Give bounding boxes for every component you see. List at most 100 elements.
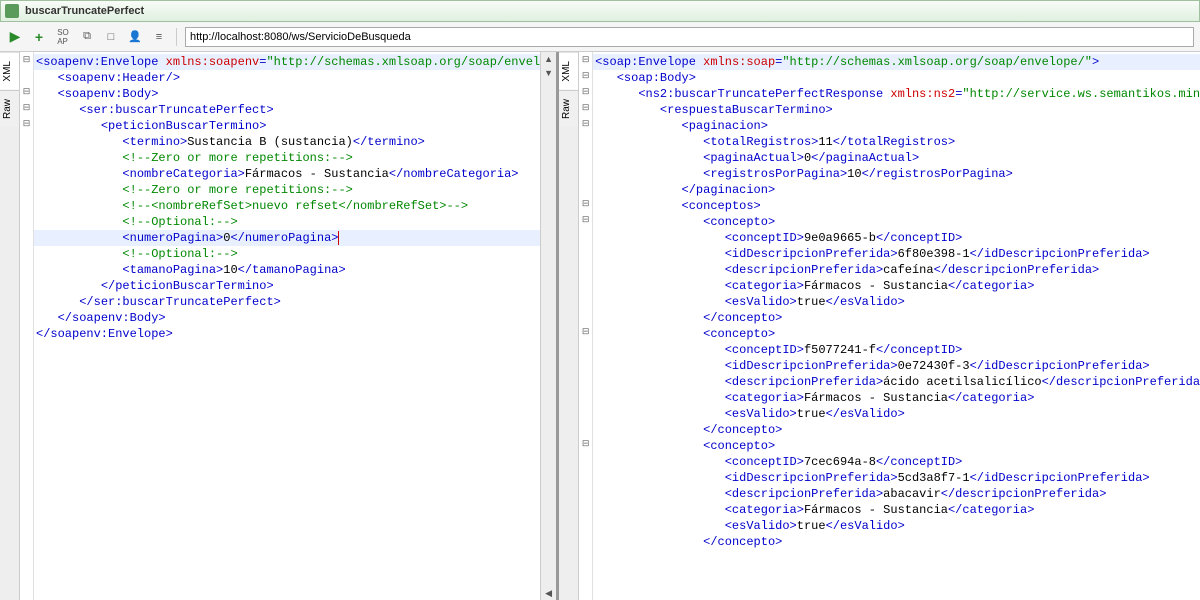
xml-line[interactable]: <!--Optional:--> bbox=[34, 246, 540, 262]
xml-line[interactable]: <esValido>true</esValido> bbox=[593, 518, 1200, 534]
scroll-left-icon[interactable]: ◀ bbox=[541, 586, 556, 600]
tab-xml[interactable]: XML bbox=[559, 52, 578, 90]
fold-toggle[interactable]: ⊟ bbox=[579, 84, 592, 100]
xml-line[interactable]: <conceptID>7cec694a-8</conceptID> bbox=[593, 454, 1200, 470]
fold-toggle[interactable]: ⊟ bbox=[579, 436, 592, 452]
fold-toggle bbox=[20, 276, 33, 292]
fold-toggle bbox=[579, 132, 592, 148]
xml-line[interactable]: <termino>Sustancia B (sustancia)</termin… bbox=[34, 134, 540, 150]
xml-line[interactable]: <conceptos> bbox=[593, 198, 1200, 214]
fold-toggle[interactable]: ⊟ bbox=[20, 84, 33, 100]
fold-toggle bbox=[20, 244, 33, 260]
tab-raw[interactable]: Raw bbox=[559, 90, 578, 127]
xml-line[interactable]: </soapenv:Body> bbox=[34, 310, 540, 326]
fold-toggle[interactable]: ⊟ bbox=[579, 116, 592, 132]
response-gutter: ⊟⊟⊟⊟⊟⊟⊟⊟⊟ bbox=[579, 52, 593, 600]
xml-line[interactable]: </concepto> bbox=[593, 534, 1200, 550]
fold-toggle bbox=[579, 372, 592, 388]
scroll-up-icon[interactable]: ▲ bbox=[541, 52, 556, 66]
fold-toggle bbox=[20, 260, 33, 276]
xml-line[interactable]: </peticionBuscarTermino> bbox=[34, 278, 540, 294]
xml-line[interactable]: <!--<nombreRefSet>nuevo refset</nombreRe… bbox=[34, 198, 540, 214]
app-icon bbox=[5, 4, 19, 18]
xml-line[interactable]: <soapenv:Body> bbox=[34, 86, 540, 102]
xml-line[interactable]: <soapenv:Header/> bbox=[34, 70, 540, 86]
xml-line[interactable]: <totalRegistros>11</totalRegistros> bbox=[593, 134, 1200, 150]
xml-line[interactable]: <soap:Envelope xmlns:soap="http://schema… bbox=[593, 54, 1200, 70]
tab-raw[interactable]: Raw bbox=[0, 90, 19, 127]
xml-line[interactable]: <tamanoPagina>10</tamanoPagina> bbox=[34, 262, 540, 278]
request-gutter: ⊟⊟⊟⊟ bbox=[20, 52, 34, 600]
response-xml-viewer[interactable]: <soap:Envelope xmlns:soap="http://schema… bbox=[593, 52, 1200, 600]
add-button[interactable]: + bbox=[30, 28, 48, 46]
fold-toggle[interactable]: ⊟ bbox=[20, 116, 33, 132]
xml-line[interactable]: <respuestaBuscarTermino> bbox=[593, 102, 1200, 118]
xml-line[interactable]: <paginacion> bbox=[593, 118, 1200, 134]
xml-line[interactable]: <ns2:buscarTruncatePerfectResponse xmlns… bbox=[593, 86, 1200, 102]
xml-line[interactable]: </soapenv:Envelope> bbox=[34, 326, 540, 342]
menu-button[interactable]: ≡ bbox=[150, 28, 168, 46]
fold-toggle bbox=[20, 164, 33, 180]
xml-line[interactable]: <registrosPorPagina>10</registrosPorPagi… bbox=[593, 166, 1200, 182]
response-side-tabs: XML Raw bbox=[559, 52, 579, 600]
tab-xml[interactable]: XML bbox=[0, 52, 19, 90]
fold-toggle bbox=[579, 516, 592, 532]
xml-line[interactable]: <numeroPagina>0</numeroPagina> bbox=[34, 230, 540, 246]
soap-button[interactable]: SOAP bbox=[54, 28, 72, 46]
xml-line[interactable]: </concepto> bbox=[593, 422, 1200, 438]
fold-toggle[interactable]: ⊟ bbox=[579, 212, 592, 228]
xml-line[interactable]: <soap:Body> bbox=[593, 70, 1200, 86]
xml-line[interactable]: <descripcionPreferida>ácido acetilsalicí… bbox=[593, 374, 1200, 390]
response-pane: XML Raw ⊟⊟⊟⊟⊟⊟⊟⊟⊟ <soap:Envelope xmlns:s… bbox=[559, 52, 1200, 600]
user-button[interactable]: 👤 bbox=[126, 28, 144, 46]
fold-toggle[interactable]: ⊟ bbox=[579, 324, 592, 340]
xml-line[interactable]: <categoria>Fármacos - Sustancia</categor… bbox=[593, 278, 1200, 294]
stop-button[interactable]: □ bbox=[102, 28, 120, 46]
xml-line[interactable]: <descripcionPreferida>abacavir</descripc… bbox=[593, 486, 1200, 502]
request-xml-editor[interactable]: <soapenv:Envelope xmlns:soapenv="http://… bbox=[34, 52, 540, 600]
xml-line[interactable]: </paginacion> bbox=[593, 182, 1200, 198]
fold-toggle[interactable]: ⊟ bbox=[579, 100, 592, 116]
link-button[interactable]: ⧉ bbox=[78, 28, 96, 46]
xml-line[interactable]: </ser:buscarTruncatePerfect> bbox=[34, 294, 540, 310]
fold-toggle[interactable]: ⊟ bbox=[20, 52, 33, 68]
scroll-down-icon[interactable]: ▼ bbox=[541, 66, 556, 80]
xml-line[interactable]: <conceptID>9e0a9665-b</conceptID> bbox=[593, 230, 1200, 246]
xml-line[interactable]: <categoria>Fármacos - Sustancia</categor… bbox=[593, 502, 1200, 518]
xml-line[interactable]: <idDescripcionPreferida>6f80e398-1</idDe… bbox=[593, 246, 1200, 262]
toolbar: ▶ + SOAP ⧉ □ 👤 ≡ bbox=[0, 22, 1200, 52]
run-button[interactable]: ▶ bbox=[6, 28, 24, 46]
fold-toggle bbox=[579, 292, 592, 308]
endpoint-url-input[interactable] bbox=[185, 27, 1194, 47]
xml-line[interactable]: <idDescripcionPreferida>0e72430f-3</idDe… bbox=[593, 358, 1200, 374]
xml-line[interactable]: <soapenv:Envelope xmlns:soapenv="http://… bbox=[34, 54, 540, 70]
xml-line[interactable]: <idDescripcionPreferida>5cd3a8f7-1</idDe… bbox=[593, 470, 1200, 486]
xml-line[interactable]: <nombreCategoria>Fármacos - Sustancia</n… bbox=[34, 166, 540, 182]
fold-toggle bbox=[579, 388, 592, 404]
xml-line[interactable]: <concepto> bbox=[593, 438, 1200, 454]
fold-toggle[interactable]: ⊟ bbox=[579, 52, 592, 68]
fold-toggle[interactable]: ⊟ bbox=[579, 68, 592, 84]
xml-line[interactable]: <esValido>true</esValido> bbox=[593, 294, 1200, 310]
xml-line[interactable]: </concepto> bbox=[593, 310, 1200, 326]
xml-line[interactable]: <ser:buscarTruncatePerfect> bbox=[34, 102, 540, 118]
xml-line[interactable]: <esValido>true</esValido> bbox=[593, 406, 1200, 422]
xml-line[interactable]: <paginaActual>0</paginaActual> bbox=[593, 150, 1200, 166]
separator bbox=[176, 28, 177, 46]
fold-toggle[interactable]: ⊟ bbox=[20, 100, 33, 116]
xml-line[interactable]: <!--Zero or more repetitions:--> bbox=[34, 182, 540, 198]
xml-line[interactable]: <concepto> bbox=[593, 326, 1200, 342]
xml-line[interactable]: <!--Zero or more repetitions:--> bbox=[34, 150, 540, 166]
fold-toggle bbox=[579, 228, 592, 244]
xml-line[interactable]: <categoria>Fármacos - Sustancia</categor… bbox=[593, 390, 1200, 406]
xml-line[interactable]: <peticionBuscarTermino> bbox=[34, 118, 540, 134]
fold-toggle bbox=[579, 260, 592, 276]
xml-line[interactable]: <!--Optional:--> bbox=[34, 214, 540, 230]
fold-toggle bbox=[579, 244, 592, 260]
fold-toggle[interactable]: ⊟ bbox=[579, 196, 592, 212]
xml-line[interactable]: <conceptID>f5077241-f</conceptID> bbox=[593, 342, 1200, 358]
request-scroll: ▲ ▼ ◀ bbox=[540, 52, 556, 600]
xml-line[interactable]: <concepto> bbox=[593, 214, 1200, 230]
xml-line[interactable]: <descripcionPreferida>cafeína</descripci… bbox=[593, 262, 1200, 278]
fold-toggle bbox=[579, 420, 592, 436]
